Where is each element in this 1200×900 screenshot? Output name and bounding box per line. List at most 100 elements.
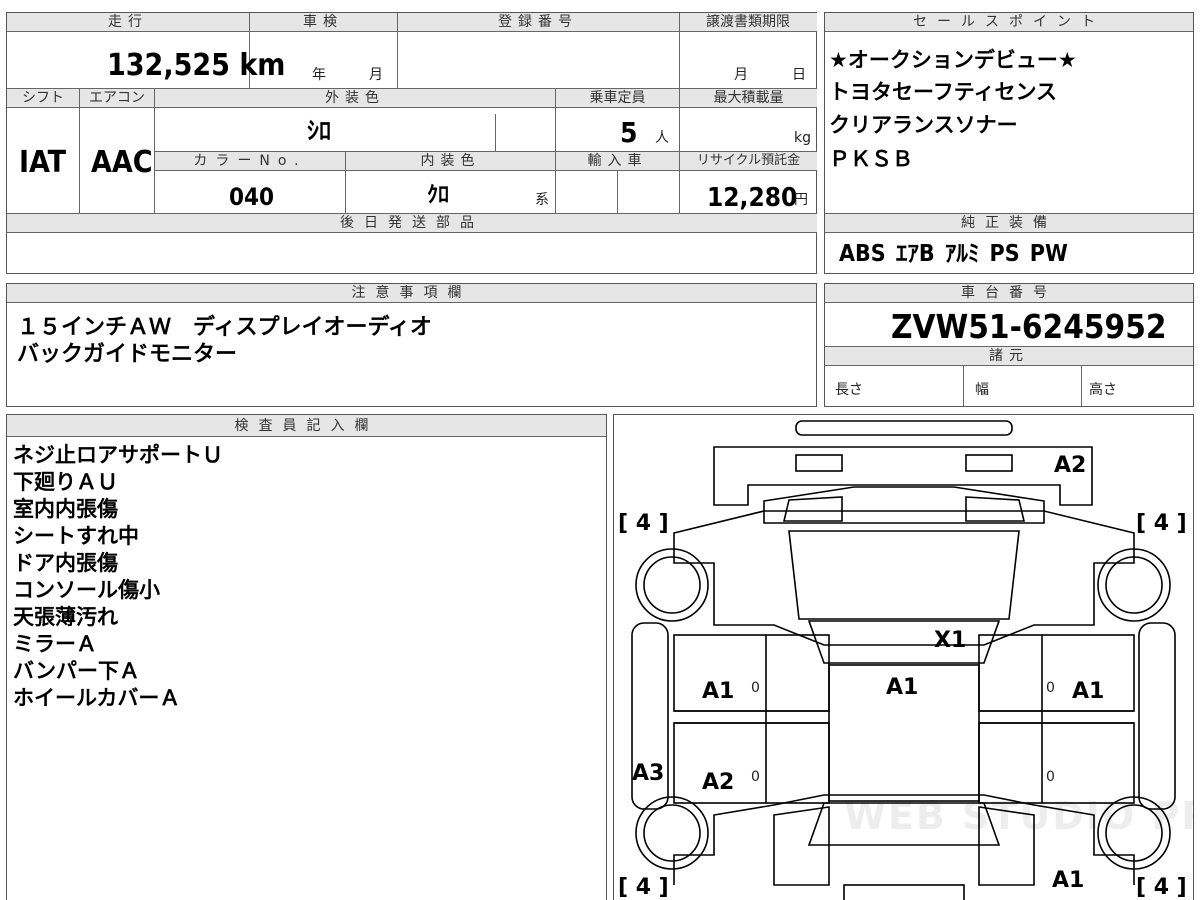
- notes-box: 注意事項欄 １５インチＡＷ ディスプレイオーディオ バックガイドモニター: [6, 283, 817, 407]
- sales-point-line: クリアランスソナー: [829, 113, 1018, 137]
- tire-rr-grade: [ 4 ]: [1136, 875, 1187, 900]
- zero-mark: 0: [1046, 769, 1055, 785]
- interior-color-suffix: 系: [535, 192, 549, 208]
- front-lamp-right: [965, 454, 1013, 472]
- rear-right-mark: A1: [1052, 868, 1085, 893]
- left-front-door-outline: [673, 634, 830, 712]
- inspector-line: バンパー下Ａ: [13, 659, 141, 683]
- shaken-year-unit: 年: [312, 67, 326, 83]
- headlight-right: [965, 496, 1026, 522]
- inspector-line: 下廻りＡＵ: [13, 470, 118, 494]
- import-header: 輸入車: [556, 152, 679, 171]
- recycle-header: リサイクル預託金: [680, 152, 817, 171]
- wheel-rl-inner: [643, 804, 701, 862]
- wheel-fl: [635, 548, 709, 622]
- genuine-equipment-items: ABS ｴｱB ｱﾙﾐ PS PW: [839, 241, 1068, 267]
- notes-header: 注意事項欄: [7, 284, 816, 303]
- right-rear-door-outline: [978, 722, 1135, 804]
- specs-header: 諸元: [825, 347, 1193, 366]
- width-label: 幅: [975, 382, 989, 398]
- color-no-header: カラーNo.: [155, 152, 345, 171]
- sales-points-header: セールスポイント: [825, 13, 1193, 32]
- shift-header: シフト: [7, 89, 79, 108]
- left-rear-door-outline: [673, 722, 830, 804]
- tire-rl-grade: [ 4 ]: [618, 875, 669, 900]
- height-label: 高さ: [1089, 382, 1117, 398]
- right-sill-outline: [1138, 622, 1176, 810]
- capacity-header: 乗車定員: [556, 89, 679, 108]
- car-diagram-box: WEB STUDIO PRO [ 4 ] [ 4 ] [ 4 ] [ 4 ] A…: [613, 414, 1194, 900]
- length-label: 長さ: [835, 382, 863, 398]
- rear-plate-outline: [843, 884, 965, 900]
- aircon-header: エアコン: [80, 89, 154, 108]
- top-info-box: 走行 車検 登録番号 譲渡書類期限 132,525 km 年 月 月 日 シフト…: [6, 12, 817, 274]
- wheel-rl: [635, 796, 709, 870]
- right-front-door-outline: [978, 634, 1135, 712]
- inspector-line: コンソール傷小: [13, 578, 160, 602]
- wheel-fl-inner: [643, 556, 701, 614]
- transfer-month-unit: 月: [734, 67, 748, 83]
- sales-points-box: セールスポイント ★オークションデビュー★ トヨタセーフティセンス クリアランス…: [824, 12, 1194, 274]
- front-bumper-mark: A2: [1054, 453, 1087, 478]
- shift-value: IAT: [19, 145, 67, 180]
- chassis-header: 車台番号: [825, 284, 1193, 303]
- inspector-line: ミラーＡ: [13, 632, 97, 656]
- windshield-outline: [807, 620, 1001, 664]
- front-bar-outline: [795, 420, 1013, 436]
- registration-header: 登録番号: [397, 13, 679, 32]
- chassis-box: 車台番号 ZVW51-6245952 諸元 長さ 幅 高さ: [824, 283, 1194, 407]
- inspector-line: 天張薄汚れ: [13, 605, 118, 629]
- roof-mark: A1: [886, 675, 919, 700]
- capacity-value: 5: [620, 116, 638, 149]
- notes-line: バックガイドモニター: [17, 342, 238, 367]
- right-front-door-mark: A1: [1072, 679, 1105, 704]
- notes-line: １５インチＡＷ ディスプレイオーディオ: [17, 315, 432, 340]
- left-front-door-mark: A1: [702, 679, 735, 704]
- watermark: WEB STUDIO PRO: [844, 794, 1193, 838]
- later-parts-header: 後日発送部品: [7, 214, 817, 233]
- recycle-fee-value: 12,280: [707, 183, 798, 213]
- hood-outline: [788, 530, 1020, 620]
- genuine-equipment-header: 純正装備: [825, 214, 1193, 233]
- exterior-color-header: 外装色: [155, 89, 555, 108]
- shaken-month-unit: 月: [369, 67, 383, 83]
- exterior-color-value: ｼﾛ: [307, 117, 331, 145]
- inspector-line: シートすれ中: [13, 524, 139, 548]
- transfer-deadline-header: 譲渡書類期限: [679, 13, 817, 32]
- mileage-value: 132,525 km: [107, 48, 286, 83]
- inspector-line: ドア内張傷: [13, 551, 118, 575]
- wheel-fr-inner: [1105, 556, 1163, 614]
- inspector-line: ネジ止ロアサポートＵ: [13, 443, 223, 467]
- interior-color-value: ｸﾛ: [427, 183, 450, 208]
- inspector-header: 検査員記入欄: [7, 415, 606, 437]
- left-rear-door-mark: A2: [702, 770, 735, 795]
- inspector-line: 室内内張傷: [13, 497, 118, 521]
- recycle-unit: 円: [794, 192, 808, 208]
- sales-point-line: ★オークションデビュー★: [829, 48, 1077, 72]
- zero-mark: 0: [751, 680, 760, 696]
- capacity-unit: 人: [655, 130, 669, 146]
- transfer-day-unit: 日: [792, 67, 806, 83]
- shaken-header: 車検: [249, 13, 397, 32]
- hood-mark: X1: [934, 628, 967, 653]
- chassis-number: ZVW51-6245952: [891, 307, 1167, 346]
- aircon-value: AAC: [91, 145, 153, 180]
- mileage-header: 走行: [7, 13, 249, 32]
- interior-color-header: 内装色: [346, 152, 555, 171]
- trunk-outline: [773, 806, 830, 886]
- sales-point-line: ＰＫＳＢ: [829, 147, 913, 171]
- max-load-unit: kg: [794, 130, 811, 146]
- tire-fl-grade: [ 4 ]: [618, 511, 669, 536]
- sales-point-line: トヨタセーフティセンス: [829, 80, 1058, 104]
- tire-fr-grade: [ 4 ]: [1136, 511, 1187, 536]
- zero-mark: 0: [751, 769, 760, 785]
- inspector-box: 検査員記入欄 ネジ止ロアサポートＵ 下廻りＡＵ 室内内張傷 シートすれ中 ドア内…: [6, 414, 607, 900]
- headlight-left: [782, 496, 843, 522]
- zero-mark: 0: [1046, 680, 1055, 696]
- grille-outline: [763, 486, 1045, 524]
- color-no-value: 040: [229, 183, 275, 211]
- left-sill-mark: A3: [632, 761, 665, 786]
- front-lamp-left: [795, 454, 843, 472]
- front-bumper-outline: [713, 446, 1093, 506]
- inspector-line: ホイールカバーＡ: [13, 686, 181, 710]
